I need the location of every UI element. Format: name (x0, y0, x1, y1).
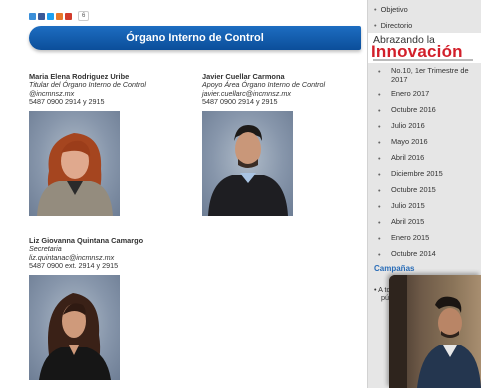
staff-photo (29, 111, 120, 216)
staff-phone: 5487 0900 ext. 2914 y 2915 (29, 260, 119, 270)
bullet-icon: • (378, 186, 381, 195)
bullet-icon: • (378, 138, 381, 147)
issue-label: Julio 2015 (391, 201, 425, 210)
issue-label: Octubre 2016 (391, 105, 436, 114)
staff-card: Javier Cuellar Carmona Apoyo Área Órgano… (202, 72, 325, 106)
campaigns-heading[interactable]: Campañas (374, 264, 414, 273)
bullet-icon: • (374, 21, 377, 30)
bullet-icon: • (378, 170, 381, 179)
plus-icon[interactable] (65, 12, 72, 20)
share-icon[interactable] (29, 12, 36, 20)
banner-divider (373, 59, 473, 61)
bullet-icon: • (374, 5, 377, 14)
sidebar-item-objetivo[interactable]: • Objetivo (374, 5, 408, 14)
staff-phone: 5487 0900 2914 y 2915 (29, 96, 105, 106)
issue-label: Enero 2017 (391, 89, 430, 98)
issue-label: Diciembre 2015 (391, 169, 443, 178)
share-count: 6 (78, 11, 90, 21)
staff-photo (29, 275, 120, 380)
bullet-icon: • (378, 67, 381, 76)
bullet-icon: • (378, 154, 381, 163)
staff-phone: 5487 0900 2914 y 2915 (202, 96, 278, 106)
email-icon[interactable] (56, 12, 63, 20)
issue-label: Mayo 2016 (391, 137, 428, 146)
page-title: Órgano Interno de Control (29, 26, 361, 50)
sidebar-item-directorio[interactable]: • Directorio (374, 21, 412, 30)
bullet-icon: • (378, 234, 381, 243)
staff-card: Maria Elena Rodriguez Uribe Titular del … (29, 72, 146, 106)
issue-label: No.10, 1er Trimestre de 2017 (391, 66, 469, 84)
innovacion-banner[interactable]: Abrazando la Innovación (368, 33, 481, 63)
video-thumbnail[interactable] (389, 275, 481, 388)
main-content: 6 Órgano Interno de Control Maria Elena … (0, 0, 367, 388)
issue-label: Abril 2015 (391, 217, 425, 226)
twitter-icon[interactable] (47, 12, 54, 20)
bullet-icon: • (378, 122, 381, 131)
facebook-icon[interactable] (38, 12, 45, 20)
bullet-icon: • (378, 106, 381, 115)
staff-photo (202, 111, 293, 216)
sidebar-item-label: Objetivo (380, 5, 408, 14)
issue-label: Abril 2016 (391, 153, 425, 162)
bullet-icon: • (378, 250, 381, 259)
sidebar-item-label: Directorio (380, 21, 413, 30)
bullet-icon: • (378, 90, 381, 99)
issue-label: Octubre 2014 (391, 249, 436, 258)
bullet-icon: • (374, 285, 377, 294)
bullet-icon: • (378, 218, 381, 227)
issue-label: Octubre 2015 (391, 185, 436, 194)
issue-label: Enero 2015 (391, 233, 430, 242)
issue-label: Julio 2016 (391, 121, 425, 130)
staff-card: Liz Giovanna Quintana Camargo Secretaria… (29, 236, 143, 270)
social-share-bar: 6 (29, 11, 90, 21)
bullet-icon: • (378, 202, 381, 211)
